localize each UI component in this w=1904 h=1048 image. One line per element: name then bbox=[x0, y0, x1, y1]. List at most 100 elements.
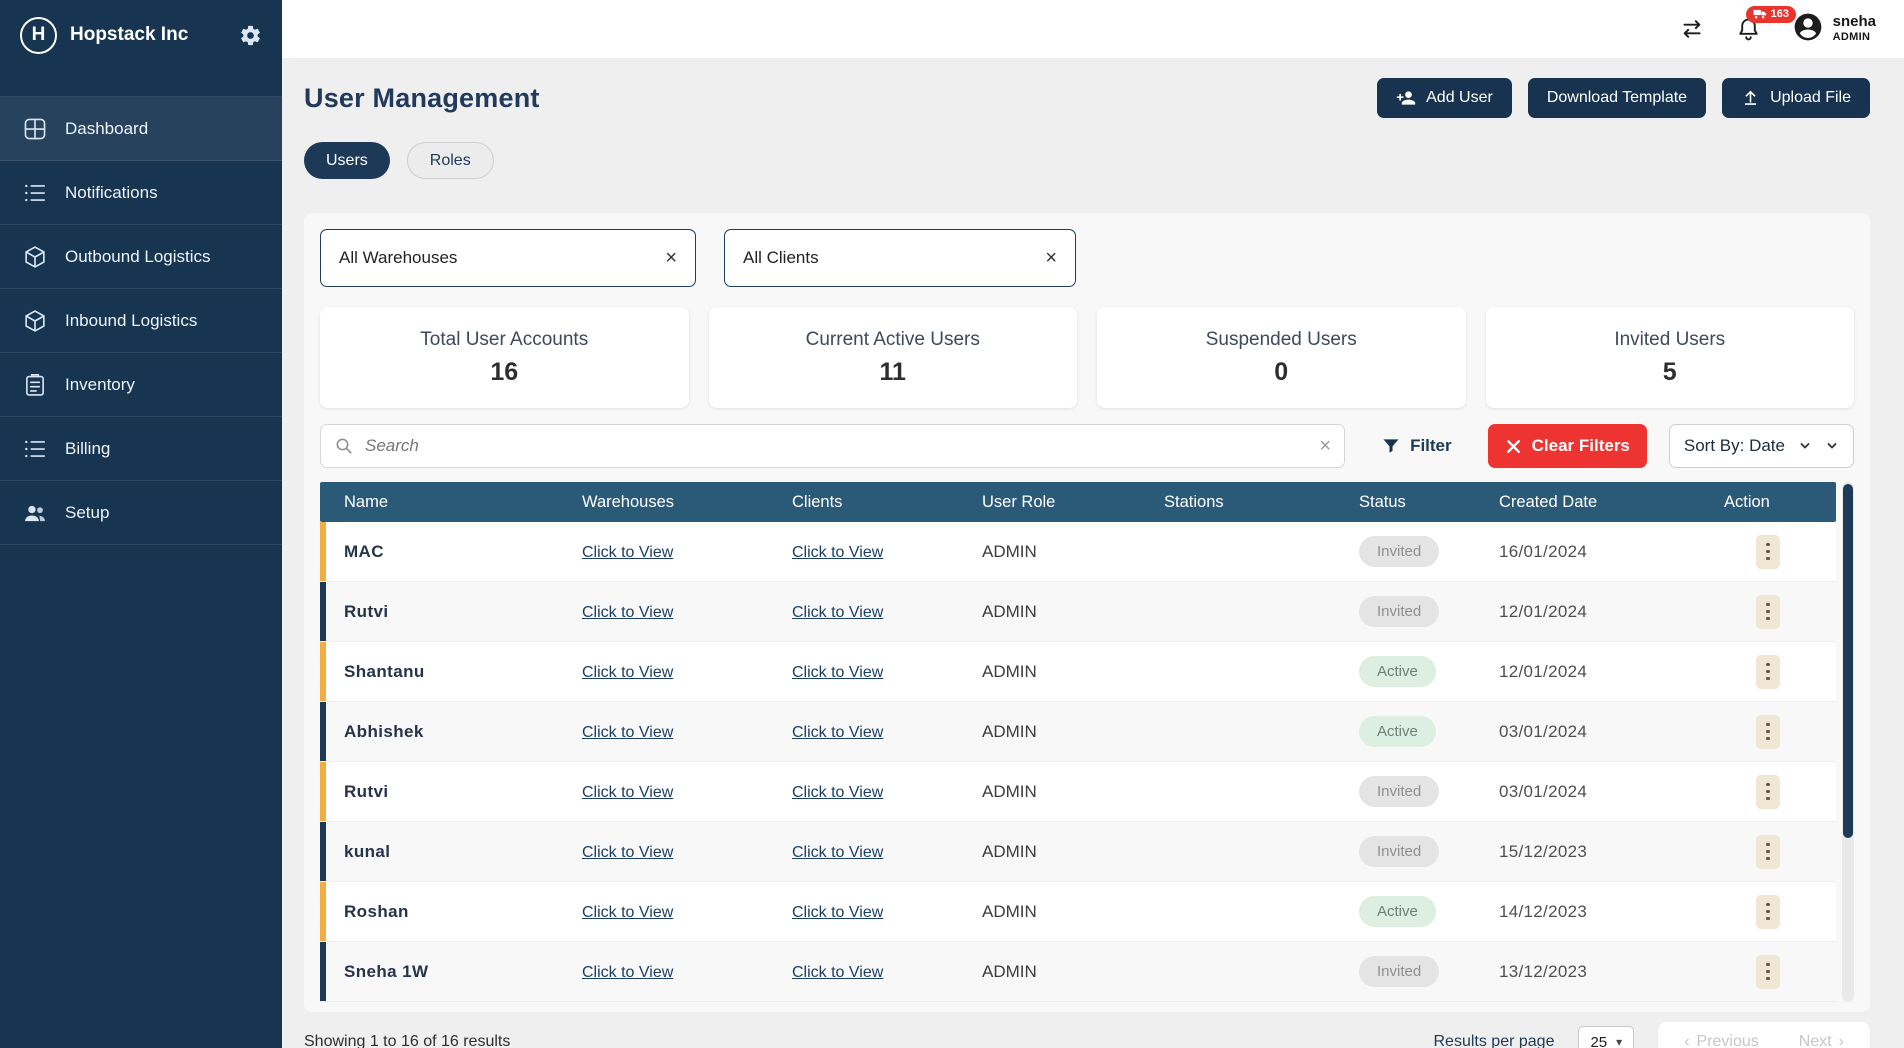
settings-gear-icon[interactable] bbox=[239, 24, 262, 47]
setup-icon bbox=[22, 500, 48, 526]
row-actions-button[interactable] bbox=[1756, 535, 1780, 569]
warehouses-link[interactable]: Click to View bbox=[582, 604, 673, 621]
download-template-button[interactable]: Download Template bbox=[1528, 78, 1706, 118]
tab-roles[interactable]: Roles bbox=[407, 142, 494, 179]
chevron-right-icon: › bbox=[1839, 1033, 1844, 1048]
sidebar-item-label: Notifications bbox=[65, 183, 158, 203]
clients-link[interactable]: Click to View bbox=[792, 844, 883, 861]
row-actions-button[interactable] bbox=[1756, 595, 1780, 629]
row-accent bbox=[320, 702, 326, 761]
user-menu[interactable]: sneha ADMIN bbox=[1792, 11, 1876, 48]
add-user-button[interactable]: Add User bbox=[1377, 78, 1512, 118]
users-panel: All Warehouses × All Clients × Total Use… bbox=[304, 213, 1870, 1012]
table-row: kunal Click to View Click to View ADMIN … bbox=[320, 822, 1836, 882]
stats-row: Total User Accounts 16 Current Active Us… bbox=[320, 307, 1854, 408]
search-toolbar: × Filter Clear Filters Sort By: Date bbox=[320, 424, 1854, 468]
clear-warehouse-icon[interactable]: × bbox=[665, 248, 677, 268]
warehouses-link[interactable]: Click to View bbox=[582, 964, 673, 981]
next-page-button[interactable]: Next › bbox=[1793, 1032, 1850, 1048]
user-role-cell: ADMIN bbox=[980, 962, 1162, 982]
user-name-cell: Sneha 1W bbox=[320, 962, 580, 982]
row-actions-button[interactable] bbox=[1756, 895, 1780, 929]
row-actions-button[interactable] bbox=[1756, 955, 1780, 989]
column-header-created-date: Created Date bbox=[1497, 493, 1722, 512]
page-size-select[interactable]: 25 ▾ bbox=[1578, 1026, 1634, 1048]
table-row: MAC Click to View Click to View ADMIN In… bbox=[320, 522, 1836, 582]
stat-value: 16 bbox=[490, 358, 518, 387]
stat-label: Suspended Users bbox=[1206, 329, 1357, 351]
clients-link[interactable]: Click to View bbox=[792, 544, 883, 561]
user-meta: sneha ADMIN bbox=[1833, 13, 1876, 44]
sidebar-item-label: Outbound Logistics bbox=[65, 247, 211, 267]
filter-button[interactable]: Filter bbox=[1367, 424, 1466, 468]
sidebar-item-inbound-logistics[interactable]: Inbound Logistics bbox=[0, 289, 282, 353]
user-role-label: ADMIN bbox=[1833, 31, 1876, 44]
topbar: 163 sneha ADMIN bbox=[282, 0, 1904, 58]
sidebar-item-notifications[interactable]: Notifications bbox=[0, 161, 282, 225]
clear-filters-button[interactable]: Clear Filters bbox=[1488, 424, 1647, 468]
user-role-cell: ADMIN bbox=[980, 662, 1162, 682]
table-row: Abhishek Click to View Click to View ADM… bbox=[320, 702, 1836, 762]
search-clear-icon[interactable]: × bbox=[1319, 436, 1331, 456]
sidebar-item-setup[interactable]: Setup bbox=[0, 481, 282, 545]
user-role-cell: ADMIN bbox=[980, 842, 1162, 862]
row-accent bbox=[320, 882, 326, 941]
clients-link[interactable]: Click to View bbox=[792, 964, 883, 981]
title-row: User Management Add User Download Templa… bbox=[304, 78, 1870, 118]
table-scrollbar-thumb[interactable] bbox=[1843, 484, 1853, 838]
chevron-left-icon: ‹ bbox=[1684, 1033, 1689, 1048]
clients-link[interactable]: Click to View bbox=[792, 904, 883, 921]
app-window: H Hopstack Inc Dashboard Notifications bbox=[0, 0, 1904, 1048]
sort-by-dropdown[interactable]: Sort By: Date bbox=[1669, 424, 1854, 468]
client-filter-dropdown[interactable]: All Clients × bbox=[724, 229, 1076, 287]
clients-link[interactable]: Click to View bbox=[792, 664, 883, 681]
clients-link[interactable]: Click to View bbox=[792, 604, 883, 621]
clients-link[interactable]: Click to View bbox=[792, 724, 883, 741]
user-name-cell: Abhishek bbox=[320, 722, 580, 742]
sidebar-item-outbound-logistics[interactable]: Outbound Logistics bbox=[0, 225, 282, 289]
stat-value: 0 bbox=[1274, 358, 1288, 387]
sidebar-item-billing[interactable]: Billing bbox=[0, 417, 282, 481]
filter-dropdowns: All Warehouses × All Clients × bbox=[320, 229, 1854, 287]
search-box: × bbox=[320, 424, 1345, 468]
tab-users[interactable]: Users bbox=[304, 142, 390, 179]
row-actions-button[interactable] bbox=[1756, 655, 1780, 689]
row-actions-button[interactable] bbox=[1756, 775, 1780, 809]
view-tabs: Users Roles bbox=[304, 142, 1870, 179]
clients-link[interactable]: Click to View bbox=[792, 784, 883, 801]
sidebar-item-label: Billing bbox=[65, 439, 110, 459]
stat-label: Total User Accounts bbox=[420, 329, 588, 351]
notification-count-badge: 163 bbox=[1746, 6, 1796, 23]
warehouse-filter-dropdown[interactable]: All Warehouses × bbox=[320, 229, 696, 287]
table-row: Roshan Click to View Click to View ADMIN… bbox=[320, 882, 1836, 942]
sidebar-item-dashboard[interactable]: Dashboard bbox=[0, 97, 282, 161]
stat-label: Current Active Users bbox=[806, 329, 980, 351]
row-actions-button[interactable] bbox=[1756, 715, 1780, 749]
main-content: User Management Add User Download Templa… bbox=[282, 58, 1904, 1048]
warehouses-link[interactable]: Click to View bbox=[582, 904, 673, 921]
row-accent bbox=[320, 762, 326, 821]
warehouses-link[interactable]: Click to View bbox=[582, 784, 673, 801]
row-accent bbox=[320, 822, 326, 881]
results-summary: Showing 1 to 16 of 16 results bbox=[304, 1033, 510, 1048]
row-actions-button[interactable] bbox=[1756, 835, 1780, 869]
search-input[interactable] bbox=[320, 424, 1345, 468]
funnel-icon bbox=[1381, 436, 1401, 456]
warehouses-link[interactable]: Click to View bbox=[582, 724, 673, 741]
stat-invited-users: Invited Users 5 bbox=[1486, 307, 1855, 408]
stat-value: 11 bbox=[880, 358, 906, 387]
warehouses-link[interactable]: Click to View bbox=[582, 544, 673, 561]
upload-file-button[interactable]: Upload File bbox=[1722, 78, 1870, 118]
previous-page-button[interactable]: ‹ Previous bbox=[1678, 1032, 1765, 1048]
user-role-cell: ADMIN bbox=[980, 782, 1162, 802]
warehouses-link[interactable]: Click to View bbox=[582, 844, 673, 861]
user-role-cell: ADMIN bbox=[980, 722, 1162, 742]
page-title: User Management bbox=[304, 83, 540, 114]
page-size-value: 25 bbox=[1590, 1034, 1607, 1048]
clear-client-icon[interactable]: × bbox=[1045, 248, 1057, 268]
upload-file-label: Upload File bbox=[1770, 89, 1851, 107]
sidebar-item-inventory[interactable]: Inventory bbox=[0, 353, 282, 417]
switch-account-icon[interactable] bbox=[1679, 16, 1705, 42]
warehouses-link[interactable]: Click to View bbox=[582, 664, 673, 681]
table-scrollbar-track[interactable] bbox=[1842, 482, 1854, 1002]
